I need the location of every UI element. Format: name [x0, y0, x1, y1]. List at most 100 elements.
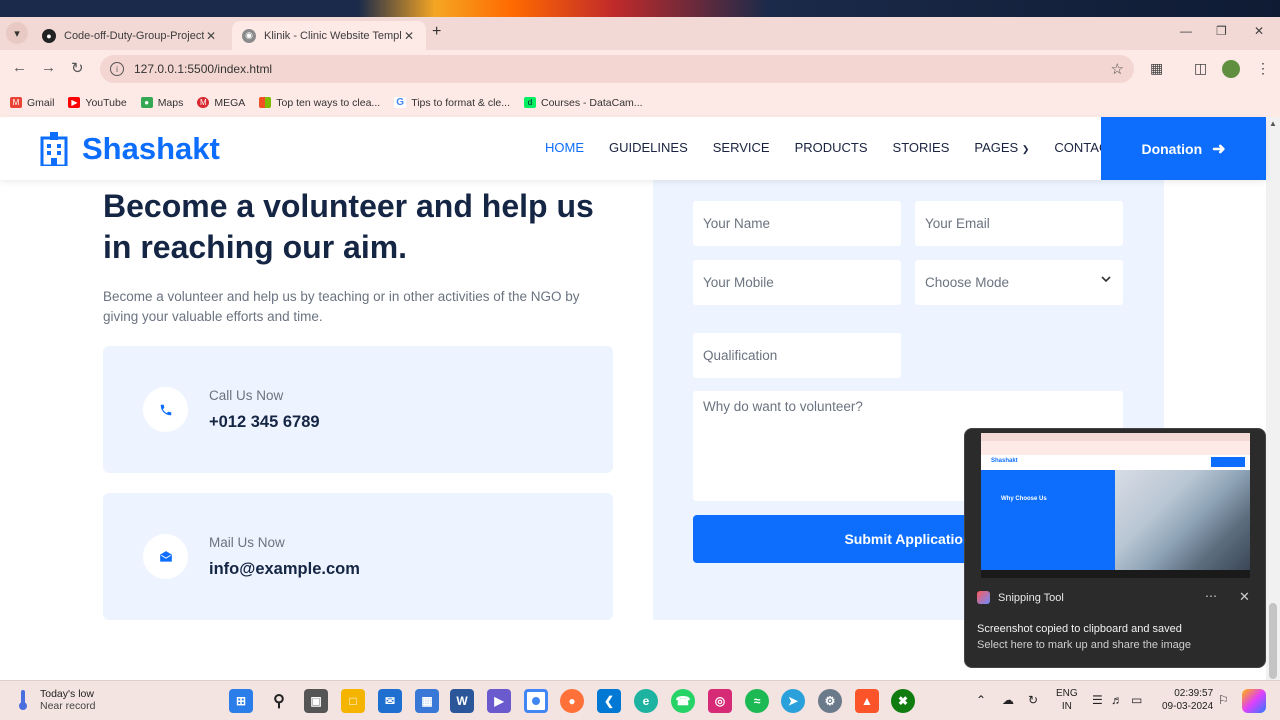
github-icon: ●	[42, 28, 56, 43]
menu-kebab-icon[interactable]: ⋮	[1256, 60, 1270, 77]
volunteer-description: Become a volunteer and help us by teachi…	[103, 289, 580, 324]
word-icon[interactable]: W	[450, 689, 474, 713]
region-code: IN	[1061, 701, 1072, 712]
qualification-field[interactable]: Qualification	[693, 333, 901, 378]
brave-icon[interactable]: ▲	[855, 689, 879, 713]
close-window-icon[interactable]: ✕	[1254, 24, 1264, 38]
address-bar[interactable]: i 127.0.0.1:5500/index.html ☆	[100, 55, 1134, 83]
firefox-icon[interactable]: ●	[560, 689, 584, 713]
phone-number[interactable]: +012 345 6789	[209, 413, 320, 432]
snipping-tool-notification[interactable]: Shashakt Why Choose Us Snipping Tool ⋯ ✕…	[964, 428, 1266, 668]
clock-time: 02:39:57	[1174, 688, 1214, 699]
call-label: Call Us Now	[209, 388, 284, 403]
wifi-icon[interactable]: ☰	[1092, 693, 1103, 707]
weather-widget[interactable]: Today's low Near record	[18, 688, 95, 712]
xbox-icon[interactable]: ✖	[891, 689, 915, 713]
thumb-toolbar	[981, 441, 1250, 455]
close-tab-icon[interactable]: ✕	[204, 29, 218, 43]
restore-icon[interactable]: ❐	[1216, 24, 1227, 38]
bookmark-google[interactable]: G Tips to format & cle...	[394, 97, 510, 109]
tab-github[interactable]: ● Code-off-Duty-Group-Project/F ✕	[32, 21, 228, 50]
bookmark-microsoft[interactable]: Top ten ways to clea...	[259, 97, 380, 109]
thumb-logo: Shashakt	[991, 458, 1018, 464]
language-indicator[interactable]: ENG IN	[1056, 687, 1078, 713]
notification-app-name: Snipping Tool	[998, 591, 1064, 604]
brand-name: Shashakt	[82, 131, 220, 166]
mail-icon[interactable]: ✉	[378, 689, 402, 713]
thumb-blue-panel	[981, 470, 1115, 570]
thumb-heading: Why Choose Us	[1001, 496, 1047, 502]
bookmark-youtube[interactable]: ▶ YouTube	[68, 97, 127, 109]
email-field[interactable]: Your Email	[915, 201, 1123, 246]
notification-bell-icon[interactable]: ⚐	[1218, 693, 1229, 707]
bookmark-star-icon[interactable]: ☆	[1111, 60, 1124, 78]
onedrive-cloud-icon[interactable]: ☁	[1002, 693, 1014, 707]
hospital-building-icon	[40, 132, 68, 166]
forward-icon[interactable]: →	[41, 59, 56, 76]
show-hidden-icons-chevron[interactable]: ⌃	[976, 693, 986, 707]
more-options-icon[interactable]: ⋯	[1205, 589, 1217, 603]
file-explorer-icon[interactable]: □	[341, 689, 365, 713]
snipping-tool-icon	[977, 591, 990, 604]
side-panel-icon[interactable]: ◫	[1194, 60, 1207, 77]
profile-avatar[interactable]	[1222, 60, 1240, 78]
close-tab-icon[interactable]: ✕	[402, 29, 416, 43]
weather-subtitle: Near record	[40, 700, 96, 712]
site-logo[interactable]: Shashakt	[40, 131, 220, 167]
back-icon[interactable]: ←	[12, 59, 27, 76]
nav-pages[interactable]: PAGES ❯	[974, 140, 1029, 155]
clock-date: 09-03-2024	[1162, 701, 1214, 712]
notification-title: Screenshot copied to clipboard and saved	[977, 623, 1182, 635]
copilot-icon[interactable]	[1242, 689, 1266, 713]
instagram-icon[interactable]: ◎	[708, 689, 732, 713]
bookmark-datacamp[interactable]: d Courses - DataCam...	[524, 97, 643, 109]
tab-search-button[interactable]: ▾	[6, 22, 28, 44]
sync-icon[interactable]: ↻	[1028, 693, 1038, 707]
nav-home[interactable]: HOME	[545, 140, 584, 155]
page-scrollbar[interactable]: ▲	[1266, 117, 1280, 680]
nav-guidelines[interactable]: GUIDELINES	[609, 140, 688, 155]
donation-label: Donation	[1141, 140, 1203, 157]
vscode-icon[interactable]: ❮	[597, 689, 621, 713]
battery-icon[interactable]: ▭	[1131, 693, 1142, 707]
settings-gear-icon[interactable]: ⚙	[818, 689, 842, 713]
close-icon[interactable]: ✕	[1239, 589, 1250, 605]
bookmark-gmail[interactable]: M Gmail	[10, 97, 54, 109]
task-view-icon[interactable]: ▣	[304, 689, 328, 713]
bookmark-mega[interactable]: M MEGA	[197, 97, 245, 109]
nav-stories[interactable]: STORIES	[893, 140, 950, 155]
search-icon[interactable]: ⚲	[267, 689, 291, 713]
volume-icon[interactable]: ♬	[1111, 693, 1123, 707]
edge-icon[interactable]: e	[634, 689, 658, 713]
new-tab-button[interactable]: +	[432, 23, 441, 41]
mode-select-value: Choose Mode	[925, 275, 1010, 290]
extensions-icon[interactable]: ▦	[1150, 60, 1163, 77]
screenshot-thumbnail[interactable]: Shashakt Why Choose Us	[981, 433, 1250, 578]
telegram-icon[interactable]: ➤	[781, 689, 805, 713]
donation-button[interactable]: Donation ➜	[1101, 117, 1266, 180]
whatsapp-icon[interactable]: ☎	[671, 689, 695, 713]
site-info-icon[interactable]: i	[110, 62, 124, 76]
mobile-field[interactable]: Your Mobile	[693, 260, 901, 305]
maps-pin-icon: ●	[140, 97, 153, 108]
mode-select[interactable]: Choose Mode	[915, 260, 1123, 305]
phone-icon	[143, 387, 188, 432]
gmail-icon: M	[10, 97, 22, 108]
tab-title: Code-off-Duty-Group-Project/F	[64, 29, 204, 42]
scroll-up-arrow-icon[interactable]: ▲	[1269, 119, 1277, 128]
tab-klinik[interactable]: ◉ Klinik - Clinic Website Template ✕	[232, 21, 426, 50]
nav-service[interactable]: SERVICE	[713, 140, 770, 155]
minimize-icon[interactable]: —	[1180, 24, 1192, 38]
nav-products[interactable]: PRODUCTS	[795, 140, 868, 155]
name-field[interactable]: Your Name	[693, 201, 901, 246]
clipchamp-icon[interactable]: ▶	[487, 689, 511, 713]
clock[interactable]: 02:39:57 09-03-2024	[1162, 687, 1213, 713]
spotify-icon[interactable]: ≈	[745, 689, 769, 713]
email-address[interactable]: info@example.com	[209, 560, 360, 579]
chrome-icon[interactable]	[524, 689, 548, 713]
store-icon[interactable]: ▦	[415, 689, 439, 713]
scrollbar-thumb[interactable]	[1269, 603, 1277, 679]
windows-start-icon[interactable]: ⊞	[229, 689, 253, 713]
reload-icon[interactable]: ↻	[71, 59, 84, 77]
bookmark-maps[interactable]: ● Maps	[140, 97, 183, 109]
